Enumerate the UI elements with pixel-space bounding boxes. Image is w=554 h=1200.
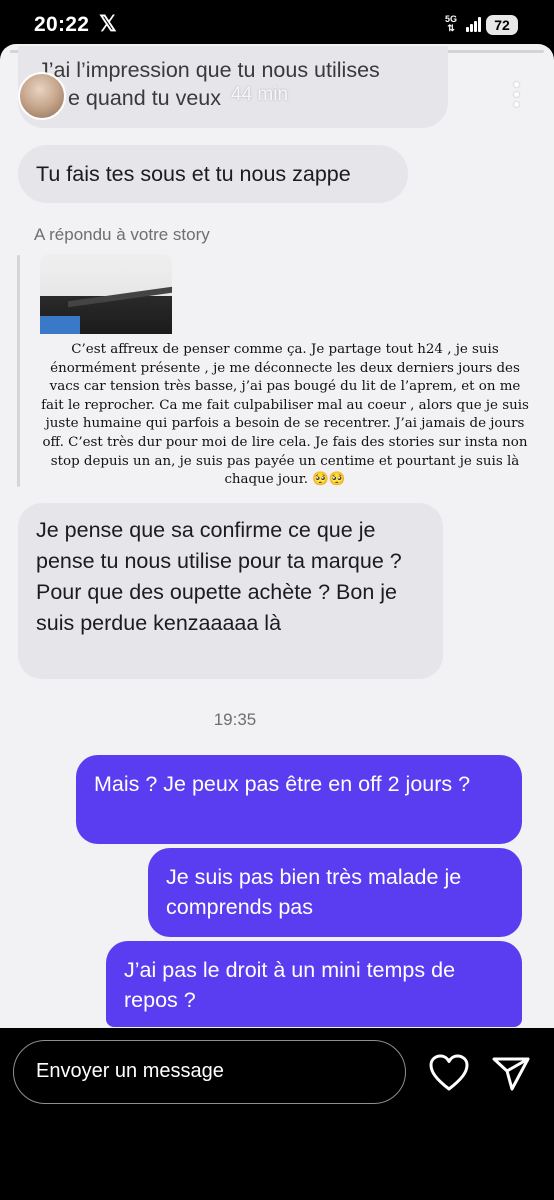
message-input[interactable]: Envoyer un message — [13, 1040, 406, 1104]
data-arrows-icon: ⇅ — [447, 23, 455, 33]
outgoing-message-1[interactable]: Mais ? Je peux pas être en off 2 jours ? — [76, 755, 522, 844]
heart-icon[interactable] — [428, 1054, 470, 1092]
dot — [514, 102, 519, 107]
avatar[interactable] — [18, 72, 66, 120]
message-line: J’ai l’impression que tu nous utilises — [38, 58, 380, 82]
story-caption: C’est affreux de penser comme ça. Je par… — [41, 342, 529, 488]
navigation-area — [0, 1106, 554, 1200]
status-bar: 20:22 𝕏 5G ⇅ 72 — [0, 0, 554, 44]
outgoing-message-2[interactable]: Je suis pas bien très malade je comprend… — [148, 848, 522, 937]
outgoing-message-3[interactable]: J’ai pas le droit à un mini temps de rep… — [106, 941, 522, 1027]
message-composer: Envoyer un message — [0, 1028, 554, 1106]
send-icon[interactable] — [491, 1056, 531, 1092]
reply-quote-line — [17, 255, 20, 487]
battery-icon: 72 — [486, 15, 518, 35]
story-elapsed-time: 44 min — [231, 84, 289, 105]
x-app-icon: 𝕏 — [99, 11, 117, 36]
story-thumbnail[interactable] — [40, 254, 172, 334]
signal-icon — [466, 16, 482, 32]
story-reply-view[interactable]: J’ai l’impression que tu nous utilises e… — [0, 44, 554, 1028]
more-options-button[interactable] — [508, 82, 524, 110]
story-reply-label: A répondu à votre story — [34, 225, 210, 244]
status-time: 20:22 — [34, 13, 90, 36]
incoming-message-2[interactable]: Tu fais tes sous et tu nous zappe — [18, 145, 408, 203]
network-indicator: 5G ⇅ — [445, 15, 457, 33]
dot — [514, 92, 519, 97]
incoming-message-3[interactable]: Je pense que sa confirme ce que je pense… — [18, 503, 443, 679]
time-divider: 19:35 — [213, 710, 257, 729]
dot — [514, 82, 519, 87]
